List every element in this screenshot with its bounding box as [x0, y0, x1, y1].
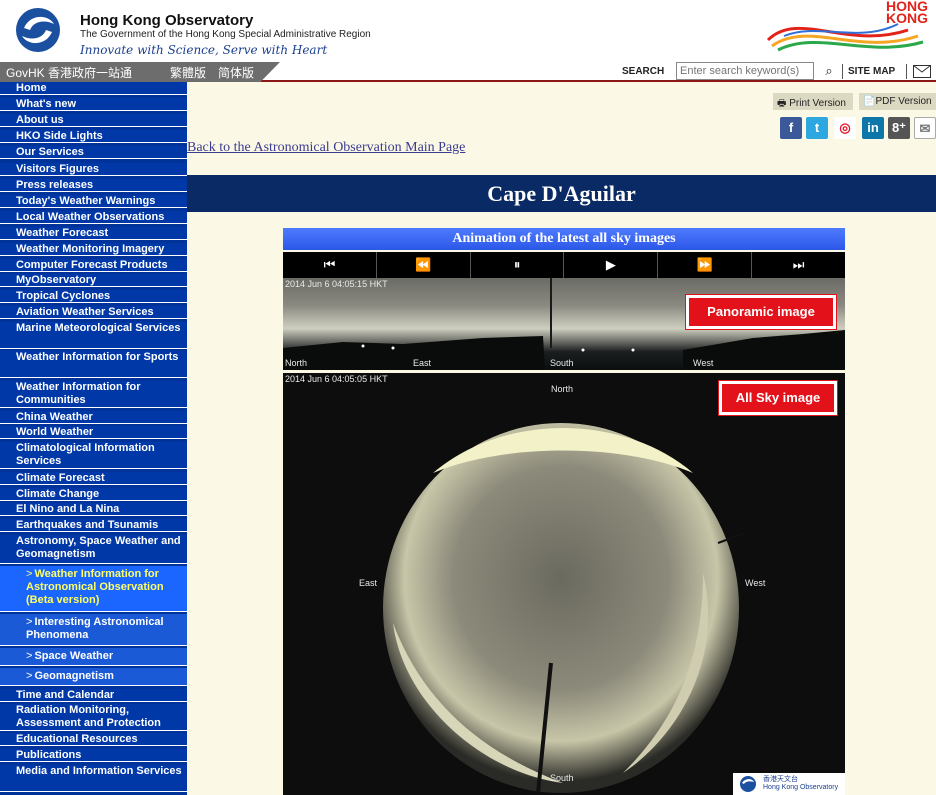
sidebar-item-side-lights[interactable]: HKO Side Lights	[0, 130, 187, 143]
sidebar-item-china-weather[interactable]: China Weather	[0, 411, 187, 424]
search-icon[interactable]: ⌕	[820, 63, 838, 80]
all-sky-image-callout: All Sky image	[718, 380, 838, 416]
org-name: Hong Kong Observatory	[80, 12, 254, 29]
sidebar-item-weather-forecast[interactable]: Weather Forecast	[0, 227, 187, 240]
panorama-timestamp: 2014 Jun 6 04:05:15 HKT	[285, 279, 388, 289]
subitem-label: Weather Information for Astronomical Obs…	[26, 568, 164, 606]
sidebar-item-el-nino[interactable]: El Nino and La Nina	[0, 503, 187, 516]
subitem-label: Interesting Astronomical Phenomena	[26, 616, 164, 641]
sky-direction-east: East	[359, 578, 378, 588]
googleplus-icon[interactable]: 8⁺	[888, 117, 910, 139]
sky-direction-west: West	[745, 578, 766, 588]
all-sky-timestamp: 2014 Jun 6 04:05:05 HKT	[285, 374, 388, 384]
sidebar-item-publications[interactable]: Publications	[0, 749, 187, 762]
fast-forward-button[interactable]: ⏩	[658, 252, 753, 278]
sidebar-item-climate-forecast[interactable]: Climate Forecast	[0, 472, 187, 485]
traditional-chinese-link[interactable]: 繁體版	[170, 64, 206, 81]
panorama-direction-north: North	[285, 358, 308, 368]
search-input[interactable]	[676, 62, 814, 80]
print-version-button[interactable]: 🖶 Print Version	[773, 93, 853, 110]
sidebar-item-marine[interactable]: Marine Meteorological Services	[0, 322, 187, 349]
sidebar-item-about-us[interactable]: About us	[0, 114, 187, 127]
print-label: Print Version	[789, 98, 846, 109]
weibo-icon[interactable]: ◎	[834, 117, 856, 139]
pdf-version-button[interactable]: 📄PDF Version	[859, 93, 936, 110]
sidebar-item-climatological[interactable]: Climatological Information Services	[0, 442, 187, 469]
panorama-direction-east: East	[413, 358, 432, 368]
sidebar-subitem-space-weather[interactable]: > Space Weather	[0, 648, 187, 666]
sidebar-item-monitoring-imagery[interactable]: Weather Monitoring Imagery	[0, 243, 187, 256]
sidebar-item-world-weather[interactable]: World Weather	[0, 426, 187, 439]
sidebar-item-educational[interactable]: Educational Resources	[0, 733, 187, 746]
animation-title: Animation of the latest all sky images	[283, 228, 845, 250]
hko-watermark-logo-icon	[740, 776, 756, 792]
govhk-bar: GovHK 香港政府一站通 繁體版 简体版 SEARCH ⌕ SITE MAP	[0, 62, 936, 82]
sidebar-item-computer-forecast[interactable]: Computer Forecast Products	[0, 259, 187, 272]
sidebar-item-local-observations[interactable]: Local Weather Observations	[0, 211, 187, 224]
sidebar-item-tropical-cyclones[interactable]: Tropical Cyclones	[0, 290, 187, 303]
search-label: SEARCH	[622, 66, 665, 77]
sidebar-item-aviation[interactable]: Aviation Weather Services	[0, 306, 187, 319]
sidebar-subitem-geomagnetism[interactable]: > Geomagnetism	[0, 668, 187, 686]
sidebar-item-earthquakes[interactable]: Earthquakes and Tsunamis	[0, 519, 187, 532]
sidebar-nav: Home What's new About us HKO Side Lights…	[0, 82, 187, 795]
sidebar-item-radiation[interactable]: Radiation Monitoring, Assessment and Pro…	[0, 704, 187, 731]
animation-controls: ⏮ ⏪ ⏸ ▶ ⏩ ⏭	[283, 252, 845, 278]
last-frame-button[interactable]: ⏭	[752, 252, 845, 278]
rewind-button[interactable]: ⏪	[377, 252, 471, 278]
sitemap-link[interactable]: SITE MAP	[848, 66, 895, 77]
sidebar-subitem-phenomena[interactable]: > Interesting Astronomical Phenomena	[0, 614, 187, 646]
divider	[842, 64, 843, 79]
org-motto: Innovate with Science, Serve with Heart	[80, 43, 328, 57]
sidebar-item-whats-new[interactable]: What's new	[0, 98, 187, 111]
hko-logo-icon[interactable]	[10, 6, 66, 54]
site-header: Hong Kong Observatory The Government of …	[0, 0, 936, 62]
watermark-en: Hong Kong Observatory	[763, 784, 839, 791]
sidebar-item-climate-change[interactable]: Climate Change	[0, 488, 187, 501]
linkedin-icon[interactable]: in	[862, 117, 884, 139]
play-button[interactable]: ▶	[564, 252, 659, 278]
panoramic-image-callout: Panoramic image	[685, 294, 837, 330]
watermark-cn: 香港天文台	[763, 776, 798, 783]
sky-direction-north: North	[551, 384, 574, 394]
hko-watermark-text: 香港天文台 Hong Kong Observatory	[763, 776, 838, 792]
sidebar-item-media[interactable]: Media and Information Services	[0, 765, 187, 792]
email-icon[interactable]: ✉	[914, 117, 936, 139]
all-sky-image: 2014 Jun 6 04:05:05 HKT North East West …	[283, 373, 845, 795]
sidebar-item-astronomy[interactable]: Astronomy, Space Weather and Geomagnetis…	[0, 535, 187, 564]
twitter-icon[interactable]: t	[806, 117, 828, 139]
sidebar-item-home[interactable]: Home	[0, 82, 187, 95]
facebook-icon[interactable]: f	[780, 117, 802, 139]
sidebar-subitem-astronomical-observation[interactable]: > Weather Information for Astronomical Ob…	[0, 566, 187, 612]
panorama-direction-south: South	[550, 358, 574, 368]
sidebar-item-sports[interactable]: Weather Information for Sports	[0, 351, 187, 378]
first-frame-button[interactable]: ⏮	[283, 252, 377, 278]
hko-watermark: 香港天文台 Hong Kong Observatory	[733, 773, 845, 795]
brand-text: HONG KONG	[886, 0, 928, 26]
page-title: Cape D'Aguilar	[187, 175, 936, 212]
simplified-chinese-link[interactable]: 简体版	[218, 64, 254, 81]
back-to-main-link[interactable]: Back to the Astronomical Observation Mai…	[187, 140, 465, 156]
org-subtitle: The Government of the Hong Kong Special …	[80, 29, 371, 40]
subitem-label: Space Weather	[34, 650, 114, 662]
sidebar-item-our-services[interactable]: Our Services	[0, 146, 187, 159]
sidebar-item-communities[interactable]: Weather Information for Communities	[0, 381, 187, 408]
subitem-label: Geomagnetism	[34, 670, 114, 682]
sidebar-item-press-releases[interactable]: Press releases	[0, 179, 187, 192]
sky-direction-south: South	[550, 773, 574, 783]
pause-button[interactable]: ⏸	[471, 252, 565, 278]
mail-icon[interactable]	[913, 65, 931, 78]
sidebar-item-time-calendar[interactable]: Time and Calendar	[0, 689, 187, 702]
divider	[906, 64, 907, 79]
sidebar-item-weather-warnings[interactable]: Today's Weather Warnings	[0, 195, 187, 208]
pdf-label: PDF Version	[875, 96, 932, 107]
sidebar-item-visitors-figures[interactable]: Visitors Figures	[0, 163, 187, 176]
govhk-link[interactable]: GovHK 香港政府一站通	[6, 64, 132, 81]
panorama-direction-west: West	[693, 358, 714, 368]
sidebar-item-myobservatory[interactable]: MyObservatory	[0, 274, 187, 287]
